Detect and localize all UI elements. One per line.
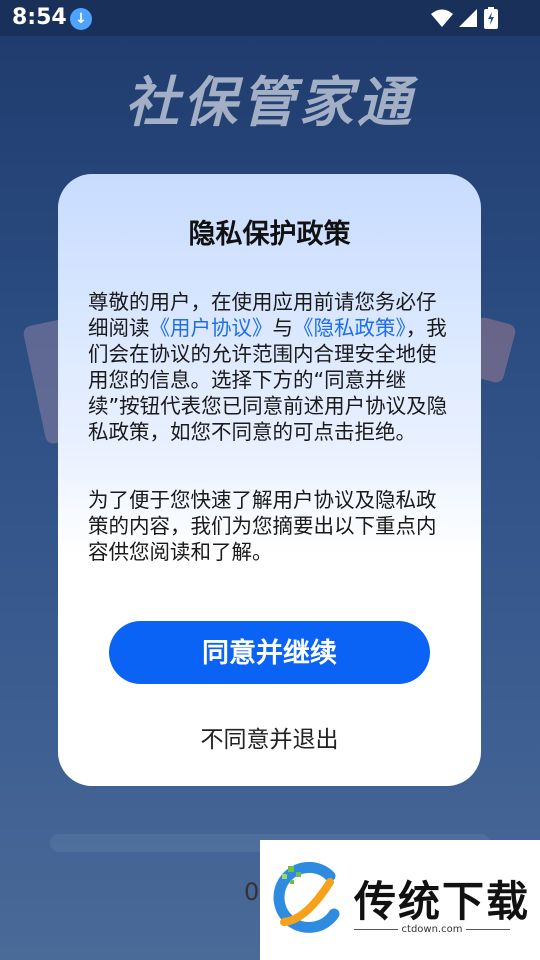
status-time: 8:54 [12, 5, 67, 30]
background-partial-text: 0 [244, 878, 260, 906]
paragraph-1-text-b: 与 [272, 316, 294, 340]
watermark-url: ctdown.com [354, 924, 510, 935]
decline-button[interactable]: 不同意并退出 [58, 720, 481, 754]
signal-icon [459, 9, 477, 27]
wifi-icon [431, 9, 453, 27]
privacy-policy-link[interactable]: 《隐私政策》 [293, 316, 406, 340]
download-icon: ↓ [70, 8, 92, 30]
watermark-url-text: ctdown.com [397, 924, 467, 935]
agree-button[interactable]: 同意并继续 [109, 621, 430, 684]
user-agreement-link[interactable]: 《用户协议》 [150, 316, 273, 340]
app-title: 社保管家通 [125, 71, 415, 134]
battery-icon [484, 7, 498, 29]
watermark-name: 传统下载 [354, 877, 531, 926]
privacy-dialog: 隐私保护政策 尊敬的用户，在使用应用前请您务必仔细阅读《用户协议》与《隐私政策》… [58, 174, 481, 786]
privacy-paragraph-1: 尊敬的用户，在使用应用前请您务必仔细阅读《用户协议》与《隐私政策》，我们会在协议… [88, 289, 454, 445]
privacy-paragraph-2: 为了便于您快速了解用户协议及隐私政策的内容，我们为您摘要出以下重点内容供您阅读和… [88, 488, 437, 564]
status-bar: 8:54 ↓ [0, 0, 540, 36]
ctdown-logo-icon [273, 862, 340, 933]
dialog-title: 隐私保护政策 [188, 219, 351, 250]
watermark: 传统下载 ctdown.com [260, 840, 540, 960]
